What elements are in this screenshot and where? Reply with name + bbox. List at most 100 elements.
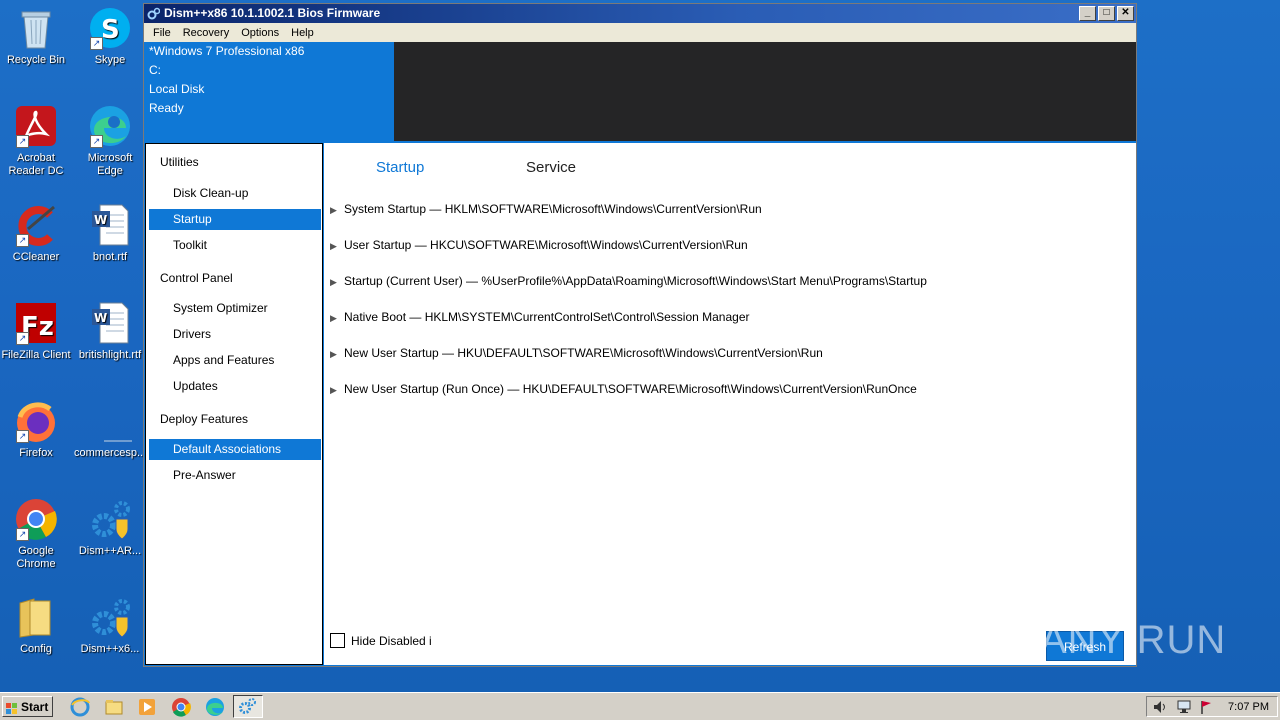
hide-disabled-option[interactable]: Hide Disabled i	[330, 633, 432, 648]
expand-arrow-icon[interactable]: ▶	[330, 236, 344, 256]
desktop-icon-firefox[interactable]: ↗ Firefox	[0, 399, 72, 460]
desktop-icon-commercesp[interactable]: commercesp...	[74, 399, 148, 460]
network-icon[interactable]	[1177, 699, 1193, 718]
startup-entry[interactable]: ▶ Native Boot — HKLM\SYSTEM\CurrentContro…	[330, 307, 750, 327]
dism-app-icon	[147, 7, 161, 20]
system-tray: 7:07 PM	[1146, 696, 1278, 717]
edge-taskbar-icon[interactable]	[205, 697, 225, 717]
desktop-icon-chrome[interactable]: ↗ Google Chrome	[0, 497, 72, 571]
sidebar-group-deploy-features: Deploy Features	[160, 412, 249, 426]
minimize-button[interactable]: _	[1079, 6, 1096, 21]
desktop-icon-recycle-bin[interactable]: Recycle Bin	[0, 6, 72, 67]
startup-entry-label: System Startup — HKLM\SOFTWARE\Microsoft…	[344, 202, 762, 216]
sidebar-item-toolkit[interactable]: Toolkit	[149, 235, 321, 256]
desktop-icon-label: Microsoft Edge	[87, 152, 133, 177]
internet-explorer-icon[interactable]	[70, 697, 90, 717]
chrome-icon: ↗	[14, 497, 58, 541]
sidebar-item-pre-answer[interactable]: Pre-Answer	[149, 465, 321, 486]
shortcut-arrow-icon: ↗	[90, 135, 103, 148]
sidebar-item-drivers[interactable]: Drivers	[149, 324, 321, 345]
dism-window: Dism++x86 10.1.1002.1 Bios Firmware _ □ …	[143, 3, 1137, 667]
startup-entry[interactable]: ▶ Startup (Current User) — %UserProfile%\…	[330, 271, 927, 291]
info-dark-panel	[394, 42, 1136, 141]
sidebar-item-apps-and-features[interactable]: Apps and Features	[149, 350, 321, 371]
tab-startup[interactable]: Startup	[376, 159, 424, 176]
close-button[interactable]: ✕	[1117, 6, 1134, 21]
desktop-icon-label: Google Chrome	[16, 545, 56, 570]
expand-arrow-icon[interactable]: ▶	[330, 380, 344, 400]
startup-entry-label: Native Boot — HKLM\SYSTEM\CurrentControl…	[344, 310, 750, 324]
title-bar[interactable]: Dism++x86 10.1.1002.1 Bios Firmware _ □ …	[144, 4, 1136, 23]
shortcut-arrow-icon: ↗	[16, 135, 29, 148]
folder-icon	[14, 595, 58, 639]
menu-bar: File Recovery Options Help	[144, 23, 1136, 43]
desktop-icon-britishlight[interactable]: W britishlight.rtf	[74, 301, 146, 362]
menu-recovery[interactable]: Recovery	[177, 27, 235, 39]
file-explorer-icon[interactable]	[104, 697, 124, 717]
tab-service[interactable]: Service	[526, 159, 576, 176]
menu-options[interactable]: Options	[235, 27, 285, 39]
dism-taskbar-icon	[239, 698, 256, 714]
sidebar-item-default-associations[interactable]: Default Associations	[149, 439, 321, 460]
shortcut-arrow-icon: ↗	[90, 37, 103, 50]
desktop-icon-ccleaner[interactable]: ↗ CCleaner	[0, 203, 72, 264]
expand-arrow-icon[interactable]: ▶	[330, 200, 344, 220]
desktop-icon-label: bnot.rtf	[92, 251, 128, 263]
hide-disabled-label: Hide Disabled i	[351, 633, 432, 648]
expand-arrow-icon[interactable]: ▶	[330, 308, 344, 328]
window-title: Dism++x86 10.1.1002.1 Bios Firmware	[164, 6, 381, 20]
edge-icon: ↗	[88, 104, 132, 148]
filezilla-icon: Fz ↗	[14, 301, 58, 345]
desktop-icon-label: Dism++AR...	[78, 545, 142, 557]
sidebar-group-utilities: Utilities	[160, 155, 199, 169]
status-text: Ready	[149, 101, 184, 115]
sidebar-item-startup[interactable]: Startup	[149, 209, 321, 230]
maximize-button[interactable]: □	[1098, 6, 1115, 21]
word-document-icon: W	[88, 203, 132, 247]
menu-help[interactable]: Help	[285, 27, 320, 39]
shortcut-arrow-icon: ↗	[16, 430, 29, 443]
desktop-icon-label: britishlight.rtf	[78, 349, 142, 361]
desktop-icon-config[interactable]: Config	[0, 595, 72, 656]
desktop-icon-dism-x64[interactable]: Dism++x6...	[74, 595, 146, 656]
desktop-icon-label: Firefox	[19, 447, 53, 459]
svg-text:W: W	[94, 311, 107, 325]
chrome-taskbar-icon[interactable]	[171, 697, 191, 717]
startup-entry-label: New User Startup — HKU\DEFAULT\SOFTWARE\…	[344, 346, 823, 360]
image-info-panel[interactable]: *Windows 7 Professional x86 C: Local Dis…	[144, 42, 394, 142]
action-center-flag-icon[interactable]	[1199, 699, 1213, 718]
startup-entry[interactable]: ▶ User Startup — HKCU\SOFTWARE\Microsoft\…	[330, 235, 748, 255]
dism-taskbar-button[interactable]	[233, 695, 263, 718]
desktop-icon-label: commercesp...	[74, 447, 147, 459]
sidebar-item-system-optimizer[interactable]: System Optimizer	[149, 298, 321, 319]
firefox-icon: ↗	[14, 399, 58, 443]
ccleaner-icon: ↗	[14, 203, 58, 247]
disk-name: Local Disk	[149, 82, 205, 96]
acrobat-icon: ↗	[14, 104, 58, 148]
volume-icon[interactable]	[1153, 699, 1167, 718]
dism-gear-shield-icon	[88, 595, 132, 639]
sidebar: Utilities Disk Clean-up Startup Toolkit …	[145, 143, 323, 665]
shortcut-arrow-icon: ↗	[16, 332, 29, 345]
desktop-icon-filezilla[interactable]: Fz ↗ FileZilla Client	[0, 301, 72, 362]
clock[interactable]: 7:07 PM	[1228, 697, 1269, 717]
menu-file[interactable]: File	[147, 27, 177, 39]
start-button[interactable]: Start	[2, 696, 53, 717]
desktop-icon-edge[interactable]: ↗ Microsoft Edge	[74, 104, 146, 178]
media-player-icon[interactable]	[137, 697, 157, 717]
desktop-icon-dism-arm[interactable]: Dism++AR...	[74, 497, 146, 558]
desktop-icon-bnot[interactable]: W bnot.rtf	[74, 203, 146, 264]
expand-arrow-icon[interactable]: ▶	[330, 344, 344, 364]
startup-entry[interactable]: ▶ New User Startup — HKU\DEFAULT\SOFTWARE…	[330, 343, 823, 363]
startup-entry[interactable]: ▶ System Startup — HKLM\SOFTWARE\Microsof…	[330, 199, 762, 219]
skype-icon: S ↗	[88, 6, 132, 50]
anyrun-watermark: ANY RUN	[1040, 610, 1240, 670]
hide-disabled-checkbox[interactable]	[330, 633, 345, 648]
desktop-icon-skype[interactable]: S ↗ Skype	[74, 6, 146, 67]
sidebar-item-disk-clean-up[interactable]: Disk Clean-up	[149, 183, 321, 204]
dism-gear-shield-icon	[88, 497, 132, 541]
expand-arrow-icon[interactable]: ▶	[330, 272, 344, 292]
sidebar-item-updates[interactable]: Updates	[149, 376, 321, 397]
startup-entry[interactable]: ▶ New User Startup (Run Once) — HKU\DEFAU…	[330, 379, 917, 399]
desktop-icon-acrobat[interactable]: ↗ Acrobat Reader DC	[0, 104, 72, 178]
